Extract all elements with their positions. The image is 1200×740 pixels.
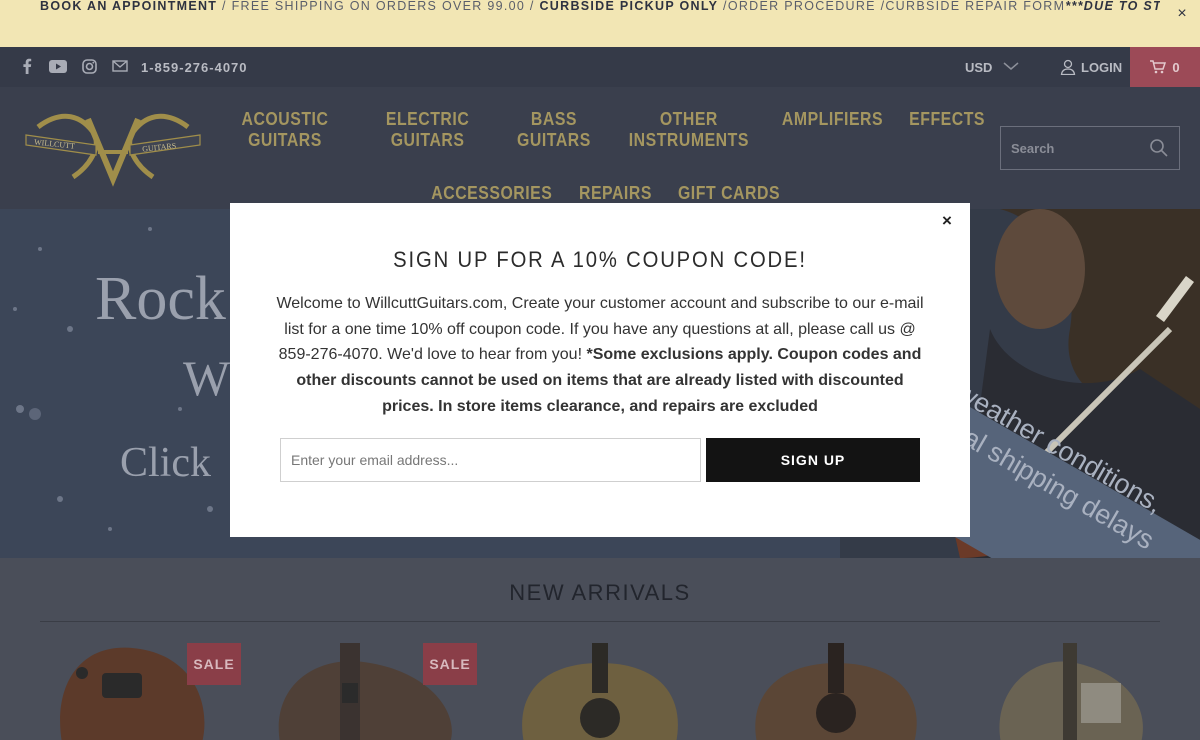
sale-badge: SALE <box>187 643 241 685</box>
instagram-icon[interactable] <box>80 57 98 75</box>
search-placeholder: Search <box>1011 140 1055 156</box>
top-utility-bar: 1-859-276-4070 USD LOGIN 0 <box>0 47 1200 87</box>
nav-electric-guitars[interactable]: ELECTRIC GUITARS <box>372 109 484 151</box>
cart-icon <box>1150 60 1167 74</box>
currency-selector[interactable]: USD <box>965 60 992 75</box>
nav-gift-cards[interactable]: GIFT CARDS <box>678 183 780 204</box>
coupon-signup-modal: × SIGN UP FOR A 10% COUPON CODE! Welcome… <box>230 203 970 537</box>
product-card[interactable]: SALE <box>270 643 477 740</box>
product-card[interactable]: SALE <box>42 643 241 740</box>
order-procedure-links[interactable]: /ORDER PROCEDURE /CURBSIDE REPAIR FORM <box>718 0 1065 13</box>
login-label: LOGIN <box>1081 59 1123 75</box>
product-image <box>742 643 930 740</box>
nav-effects[interactable]: EFFECTS <box>909 109 985 151</box>
modal-description: Welcome to WillcuttGuitars.com, Create y… <box>272 291 928 420</box>
nav-amplifiers[interactable]: AMPLIFIERS <box>782 109 883 151</box>
hero-headline: Rock <box>95 265 226 333</box>
announcement-bar: BOOK AN APPOINTMENT / FREE SHIPPING ON O… <box>0 0 1200 47</box>
nav-accessories[interactable]: ACCESSORIES <box>431 183 552 204</box>
product-card[interactable] <box>514 643 686 740</box>
modal-title: SIGN UP FOR A 10% COUPON CODE! <box>393 247 807 272</box>
login-link[interactable]: LOGIN <box>1060 59 1122 75</box>
user-icon <box>1060 59 1076 75</box>
nav-row-2: ACCESSORIES REPAIRS GIFT CARDS <box>220 183 990 204</box>
free-shipping-text: / FREE SHIPPING ON ORDERS OVER 99.00 / <box>217 0 540 13</box>
search-icon[interactable] <box>1149 138 1169 158</box>
social-links <box>18 57 129 75</box>
product-image <box>514 643 686 740</box>
book-appointment-link[interactable]: BOOK AN APPOINTMENT <box>40 0 217 13</box>
product-card[interactable] <box>981 643 1163 740</box>
product-card[interactable] <box>742 643 930 740</box>
email-icon[interactable] <box>111 57 129 75</box>
curbside-pickup-text: CURBSIDE PICKUP ONLY <box>539 0 719 13</box>
nav-bass-guitars[interactable]: BASS GUITARS <box>511 109 597 151</box>
youtube-icon[interactable] <box>49 57 67 75</box>
facebook-icon[interactable] <box>18 57 36 75</box>
hero-cta-text: Click <box>120 440 211 486</box>
product-image <box>981 643 1163 740</box>
sign-up-button[interactable]: SIGN UP <box>706 438 920 482</box>
announcement-close-icon[interactable]: × <box>1177 6 1188 22</box>
email-field[interactable] <box>280 438 701 482</box>
close-icon[interactable]: × <box>942 211 952 231</box>
willcutt-guitars-logo[interactable]: WILLCUTT GUITARS <box>18 107 208 194</box>
nav-row-1: ACOUSTIC GUITARS ELECTRIC GUITARS BASS G… <box>220 109 990 151</box>
nav-acoustic-guitars[interactable]: ACOUSTIC GUITARS <box>228 109 342 151</box>
site-header: WILLCUTT GUITARS ACOUSTIC GUITARS ELECTR… <box>0 87 1200 209</box>
section-title: NEW ARRIVALS <box>509 580 691 605</box>
cart-button[interactable]: 0 <box>1130 47 1200 87</box>
hero-subline: W <box>183 350 231 406</box>
nav-repairs[interactable]: REPAIRS <box>579 183 652 204</box>
phone-number[interactable]: 1-859-276-4070 <box>141 60 248 75</box>
cart-count: 0 <box>1172 59 1180 75</box>
section-divider <box>40 621 1160 622</box>
chevron-down-icon[interactable] <box>1003 59 1019 77</box>
sale-badge: SALE <box>423 643 477 685</box>
search-box[interactable]: Search <box>1000 126 1180 170</box>
nav-other-instruments[interactable]: OTHER INSTRUMENTS <box>626 109 752 151</box>
new-arrivals-section: NEW ARRIVALS SALE SALE <box>0 558 1200 740</box>
storm-notice: ***DUE TO STORM, SHIPPING DELAYS ARE POS… <box>1065 0 1160 13</box>
